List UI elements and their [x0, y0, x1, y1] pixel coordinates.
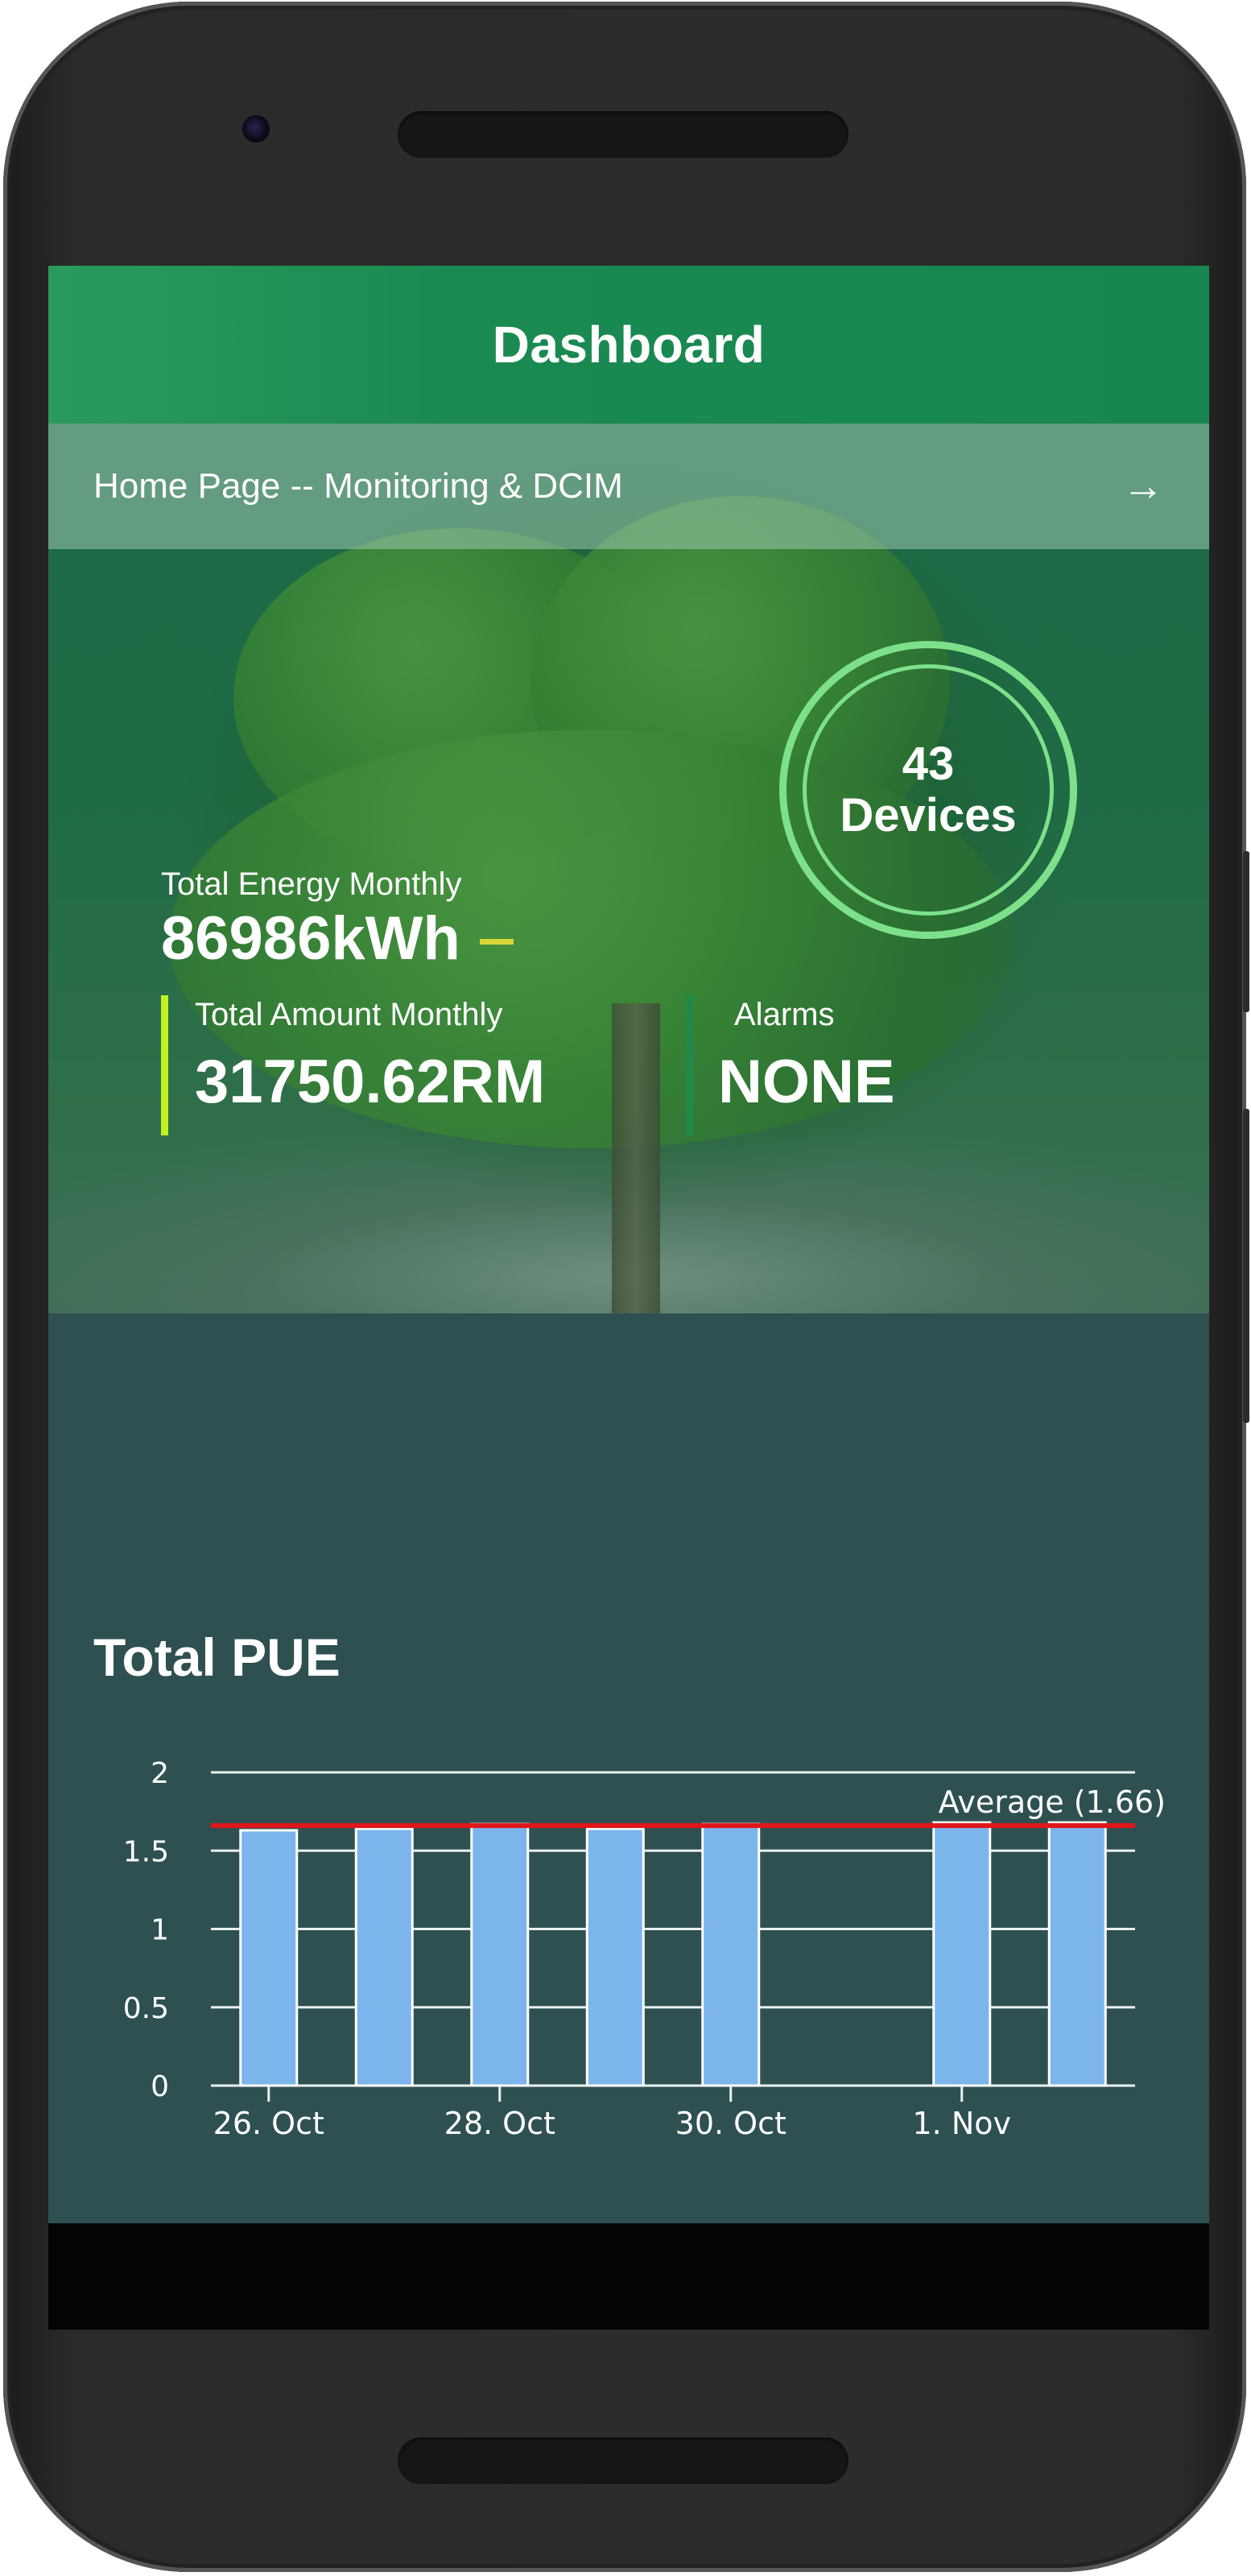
tree-trunk [612, 1003, 660, 1313]
app-bar: Dashboard [48, 266, 1209, 424]
chart-bar [239, 1829, 299, 2087]
bottom-speaker [398, 2437, 848, 2484]
chart-bar [701, 1822, 761, 2087]
app-screen: Dashboard Home Page -- Monitoring & DCIM… [48, 266, 1209, 2330]
pue-title: Total PUE [93, 1627, 341, 1687]
volume-button [1243, 1109, 1249, 1423]
pue-chart: 0 0.5 1 1.5 2 26. Oct 28. Oct 30. Oct 1. Nov Aver… [123, 1757, 1166, 2141]
earpiece-speaker [398, 111, 848, 158]
y-tick-label: 1 [151, 1914, 169, 1947]
chart-bar [354, 1827, 414, 2087]
alarms-accent-bar [686, 995, 693, 1135]
breadcrumb[interactable]: Home Page -- Monitoring & DCIM → [48, 424, 1209, 549]
x-tick-label: 26. Oct [213, 2106, 324, 2141]
amount-label: Total Amount Monthly [195, 997, 503, 1032]
y-tick-label: 0.5 [123, 1992, 169, 2025]
power-button [1243, 851, 1249, 1012]
page-title: Dashboard [492, 316, 766, 374]
arrow-right-icon[interactable]: → [1122, 465, 1164, 507]
phone-frame: Dashboard Home Page -- Monitoring & DCIM… [3, 2, 1249, 2572]
chart-bar [585, 1827, 645, 2087]
breadcrumb-label: Home Page -- Monitoring & DCIM [93, 466, 623, 506]
devices-count: 43 [902, 738, 955, 790]
front-camera [242, 115, 270, 143]
chart-bar [932, 1821, 992, 2087]
energy-value: 86986kWh [161, 904, 460, 973]
y-tick-label: 0 [151, 2070, 169, 2103]
alarms-value: NONE [718, 1048, 895, 1116]
x-tick-label: 1. Nov [913, 2106, 1012, 2141]
screen-bottom [48, 2223, 1209, 2330]
chart-bar [1047, 1821, 1107, 2087]
average-line-label: Average (1.66) [939, 1784, 1166, 1820]
devices-counter[interactable]: 43 Devices [779, 641, 1077, 939]
amount-accent-bar [161, 995, 168, 1135]
devices-label: Devices [840, 789, 1017, 841]
x-tick-label: 30. Oct [675, 2106, 787, 2141]
y-tick-label: 1.5 [123, 1835, 169, 1868]
chart-bar [470, 1822, 530, 2087]
energy-trend-dash [480, 939, 514, 945]
amount-value: 31750.62RM [195, 1048, 546, 1116]
devices-text: 43 Devices [787, 648, 1070, 932]
y-tick-label: 2 [151, 1757, 169, 1790]
energy-label: Total Energy Monthly [161, 866, 462, 902]
x-tick-label: 28. Oct [444, 2106, 555, 2141]
alarms-label: Alarms [734, 997, 835, 1032]
